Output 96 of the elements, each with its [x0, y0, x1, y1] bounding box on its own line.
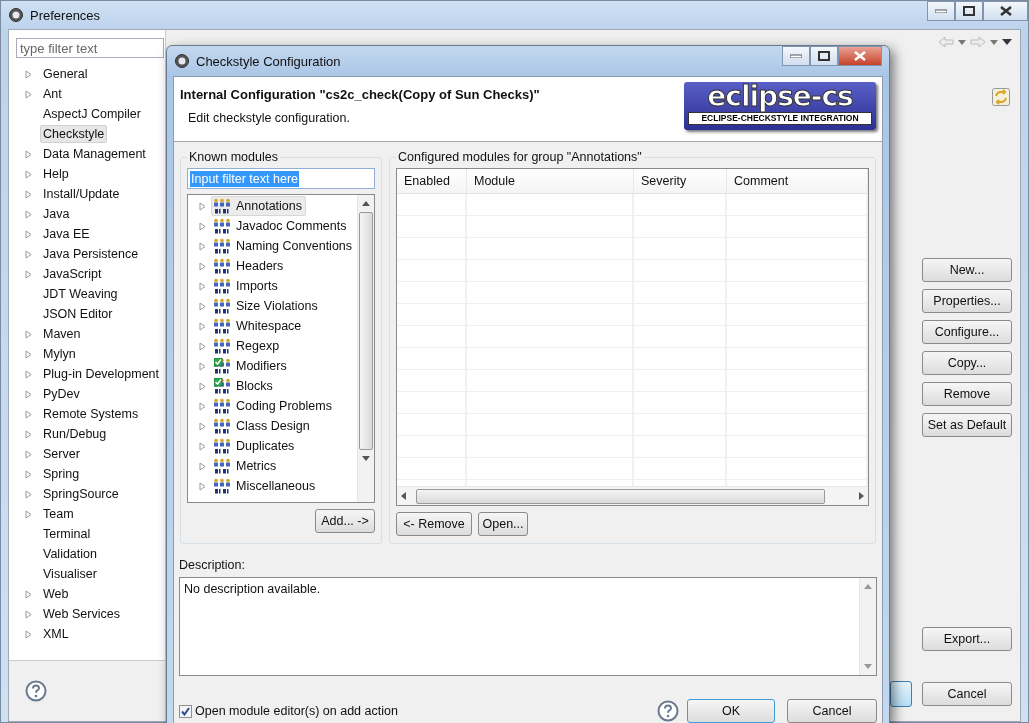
dialog-title: Checkstyle Configuration [196, 53, 341, 69]
tree-item[interactable]: Java EE [40, 225, 93, 243]
table-action-button[interactable]: <- Remove [396, 512, 472, 536]
side-button[interactable]: Set as Default [922, 413, 1012, 437]
close-button[interactable] [983, 1, 1028, 21]
filter-field[interactable]: type filter text [16, 38, 164, 58]
module-item[interactable]: Regexp [211, 336, 284, 356]
tree-item[interactable]: Web [40, 585, 72, 603]
app-icon [8, 7, 24, 23]
module-item[interactable]: Imports [211, 276, 282, 296]
scroll-right-arrow-icon[interactable] [859, 492, 864, 500]
tree-item[interactable]: Java [40, 205, 73, 223]
group-title: Configured modules for group "Annotations" [397, 150, 643, 164]
tree-item[interactable]: Visualiser [40, 565, 100, 583]
menu-icon[interactable] [1002, 39, 1012, 45]
module-item[interactable]: Class Design [211, 416, 314, 436]
tree-item[interactable]: Validation [40, 545, 100, 563]
tree-item[interactable]: Checkstyle [40, 125, 108, 143]
checkbox[interactable] [179, 704, 192, 718]
scroll-left-arrow-icon[interactable] [401, 492, 406, 500]
minimize-icon [935, 9, 947, 13]
table-action-button[interactable]: Open... [478, 512, 528, 536]
maximize-icon [963, 6, 975, 16]
scrollbar[interactable] [397, 486, 868, 505]
export-button[interactable]: Export... [922, 627, 1012, 651]
module-item[interactable]: Modifiers [211, 356, 291, 376]
description-label: Description: [179, 558, 246, 572]
checkbox-label[interactable]: Open module editor(s) on add action [195, 704, 398, 718]
column-header[interactable]: Comment [727, 169, 868, 193]
module-item[interactable]: Headers [211, 256, 288, 276]
tree-item[interactable]: SpringSource [40, 485, 122, 503]
tree-item[interactable]: Install/Update [40, 185, 123, 203]
tree-item[interactable]: Maven [40, 325, 84, 343]
tree-item[interactable]: Remote Systems [40, 405, 142, 423]
dropdown-icon[interactable] [958, 39, 966, 45]
module-item[interactable]: Duplicates [211, 436, 299, 456]
tree-item[interactable]: Plug-in Development [40, 365, 163, 383]
module-item[interactable]: Javadoc Comments [211, 216, 351, 236]
column-header[interactable]: Enabled [397, 169, 467, 193]
tree-item[interactable]: JDT Weaving [40, 285, 121, 303]
tree-item[interactable]: Server [40, 445, 83, 463]
module-item[interactable]: Naming Conventions [211, 236, 357, 256]
close-icon [854, 51, 866, 61]
side-button[interactable]: New... [922, 258, 1012, 282]
module-item[interactable]: Blocks [211, 376, 277, 396]
help-icon[interactable] [25, 680, 47, 702]
minimize-icon [790, 54, 802, 58]
tree-item[interactable]: General [40, 65, 91, 83]
cancel-button[interactable]: Cancel [922, 682, 1012, 706]
maximize-icon [818, 51, 830, 61]
default-button[interactable] [890, 681, 912, 707]
help-icon[interactable] [657, 700, 679, 722]
side-button[interactable]: Remove [922, 382, 1012, 406]
dialog-heading: Internal Configuration "cs2c_check(Copy of Sun Checks)" [180, 87, 540, 102]
dialog-icon [174, 53, 190, 69]
tree-item[interactable]: Ant [40, 85, 65, 103]
tree-item[interactable]: Java Persistence [40, 245, 142, 263]
module-item[interactable]: Coding Problems [211, 396, 336, 416]
cancel-button[interactable]: Cancel [787, 699, 877, 723]
maximize-button[interactable] [955, 1, 983, 21]
refresh-icon[interactable] [992, 88, 1010, 106]
tree-item[interactable]: JavaScript [40, 265, 105, 283]
scroll-down-arrow-icon[interactable] [362, 456, 370, 461]
group-title: Known modules [188, 150, 279, 164]
column-header[interactable]: Severity [634, 169, 727, 193]
add-button[interactable]: Add... -> [315, 509, 375, 533]
side-button[interactable]: Copy... [922, 351, 1012, 375]
tree-item[interactable]: JSON Editor [40, 305, 116, 323]
module-item[interactable]: Whitespace [211, 316, 306, 336]
tree-item[interactable]: Data Management [40, 145, 149, 163]
tree-item[interactable]: Run/Debug [40, 425, 110, 443]
module-item[interactable]: Size Violations [211, 296, 322, 316]
tree-item[interactable]: Terminal [40, 525, 94, 543]
tree-item[interactable]: Team [40, 505, 77, 523]
tree-item[interactable]: Mylyn [40, 345, 79, 363]
dropdown-icon[interactable] [990, 39, 998, 45]
close-icon [999, 6, 1012, 16]
tree-item[interactable]: XML [40, 625, 72, 643]
scroll-up-arrow-icon[interactable] [362, 201, 370, 206]
tree-item[interactable]: Help [40, 165, 72, 183]
module-item[interactable]: Metrics [211, 456, 281, 476]
side-button[interactable]: Properties... [922, 289, 1012, 313]
logo: eclipse-cs ECLIPSE-CHECKSTYLE INTEGRATION [684, 82, 876, 130]
tree-item[interactable]: PyDev [40, 385, 83, 403]
ok-button[interactable]: OK [687, 699, 775, 723]
tree-item[interactable]: Web Services [40, 605, 123, 623]
module-item[interactable]: Annotations [211, 196, 307, 216]
module-item[interactable]: Miscellaneous [211, 476, 320, 496]
column-header[interactable]: Module [467, 169, 634, 193]
side-button[interactable]: Configure... [922, 320, 1012, 344]
tree-item[interactable]: Spring [40, 465, 83, 483]
window-title: Preferences [30, 7, 101, 23]
scrollbar[interactable] [357, 195, 374, 502]
tree-item[interactable]: AspectJ Compiler [40, 105, 144, 123]
dialog-subtitle: Edit checkstyle configuration. [187, 111, 351, 125]
maximize-button[interactable] [810, 46, 838, 66]
